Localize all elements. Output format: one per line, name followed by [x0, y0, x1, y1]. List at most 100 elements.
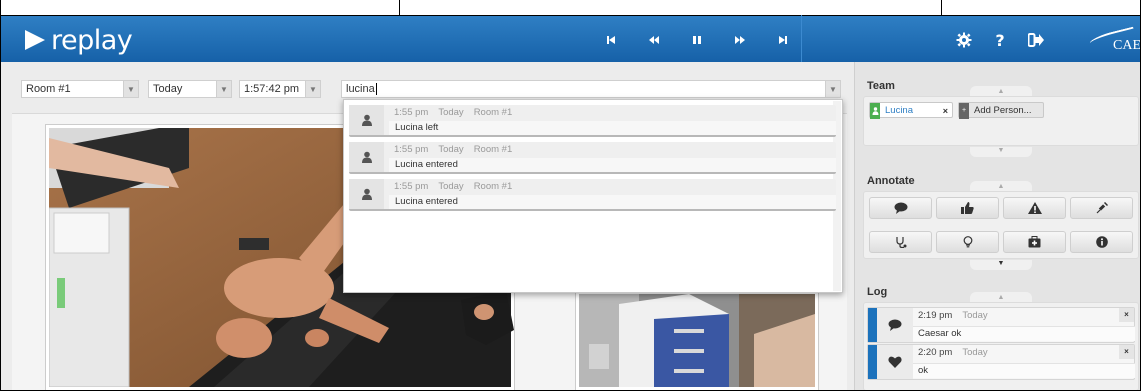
log-entry-meta: 2:19 pm Today: [918, 310, 988, 321]
syringe-icon: [1096, 202, 1108, 214]
result-time: 1:55 pm: [394, 144, 429, 155]
lightbulb-icon: [963, 236, 972, 248]
search-results-dropdown: 1:55 pm Today Room #1 Lucina left 1:55 pm T…: [343, 99, 843, 293]
top-margin: [1, 0, 1140, 15]
logout-icon: [1028, 33, 1044, 47]
person-icon: [361, 151, 372, 163]
speech-bubble-icon: [894, 202, 907, 214]
person-icon: [870, 103, 880, 119]
annotate-heading: Annotate: [867, 175, 915, 187]
delete-log-entry-icon[interactable]: ×: [1119, 345, 1134, 359]
idea-annotation-button[interactable]: [936, 231, 999, 253]
forward-button[interactable]: [718, 28, 761, 52]
remove-member-icon[interactable]: ×: [943, 103, 948, 119]
log-heading: Log: [867, 286, 888, 298]
chevron-down-icon[interactable]: ▼: [216, 81, 231, 97]
result-room: Room #1: [473, 144, 513, 155]
search-input-value: lucina: [346, 83, 375, 95]
team-heading: Team: [867, 80, 895, 92]
skip-back-button[interactable]: [589, 28, 632, 52]
team-collapse-handle[interactable]: ▲: [970, 86, 1032, 96]
comment-annotation-button[interactable]: [869, 197, 932, 219]
log-time: 2:19 pm: [918, 310, 953, 321]
search-result-meta: 1:55 pm Today Room #1: [394, 181, 522, 192]
search-result-meta: 1:55 pm Today Room #1: [394, 144, 522, 155]
result-time: 1:55 pm: [394, 181, 429, 192]
logout-button[interactable]: [1018, 28, 1054, 52]
day-select[interactable]: Today ▼: [148, 80, 232, 98]
header-actions: ?: [946, 28, 1054, 52]
time-select[interactable]: 1:57:42 pm ▼: [239, 80, 321, 98]
camera-feed-3-partial: [461, 290, 514, 345]
log-entry-meta: 2:20 pm Today: [918, 347, 988, 358]
fast-forward-icon: [734, 36, 745, 44]
transport-controls: [589, 28, 804, 52]
info-icon: [1095, 236, 1108, 248]
result-day: Today: [438, 144, 464, 155]
pause-button[interactable]: [675, 28, 718, 52]
help-icon: ?: [995, 30, 1005, 50]
result-day: Today: [438, 181, 464, 192]
skip-forward-button[interactable]: [761, 28, 804, 52]
search-result-item[interactable]: 1:55 pm Today Room #1 Lucina entered: [349, 179, 836, 211]
warning-annotation-button[interactable]: [1003, 197, 1066, 219]
gear-icon: [956, 32, 972, 48]
search-input[interactable]: lucina ▼: [341, 80, 841, 98]
team-member-chip[interactable]: Lucina ×: [869, 102, 953, 119]
heart-icon: [888, 356, 902, 368]
log-entry-accent: [868, 345, 877, 379]
room-select[interactable]: Room #1 ▼: [21, 80, 139, 98]
camera-feed-2[interactable]: [575, 290, 819, 390]
header-divider: [801, 15, 939, 62]
syringe-annotation-button[interactable]: [1070, 197, 1133, 219]
skip-forward-icon: [778, 36, 787, 44]
annotate-collapse-handle[interactable]: ▲: [970, 181, 1032, 191]
day-select-value: Today: [153, 83, 183, 95]
text-cursor: [375, 83, 377, 95]
chevron-down-icon[interactable]: ▼: [825, 81, 840, 97]
add-person-label: Add Person...: [974, 105, 1032, 116]
camera-feed-2-image: [579, 294, 815, 387]
rewind-button[interactable]: [632, 28, 675, 52]
replay-logo-icon: [25, 30, 45, 50]
person-icon: [361, 114, 372, 126]
log-collapse-handle[interactable]: ▲: [970, 292, 1032, 302]
chevron-down-icon[interactable]: ▼: [305, 81, 320, 97]
help-button[interactable]: ?: [982, 28, 1018, 52]
annotate-expand-handle[interactable]: ▼: [970, 260, 1032, 270]
add-person-button[interactable]: + Add Person...: [958, 102, 1044, 119]
plus-icon: +: [959, 103, 969, 119]
stethoscope-annotation-button[interactable]: [869, 231, 932, 253]
settings-button[interactable]: [946, 28, 982, 52]
result-time: 1:55 pm: [394, 107, 429, 118]
search-result-item[interactable]: 1:55 pm Today Room #1 Lucina entered: [349, 142, 836, 174]
pause-icon: [692, 36, 701, 44]
cae-logo: CAE: [1113, 38, 1141, 53]
speech-bubble-icon: [888, 319, 902, 331]
info-annotation-button[interactable]: [1070, 231, 1133, 253]
thumbs-up-icon: [961, 202, 974, 214]
result-message: Lucina entered: [389, 158, 836, 172]
result-message: Lucina entered: [389, 195, 836, 209]
result-day: Today: [438, 107, 464, 118]
medkit-annotation-button[interactable]: [1003, 231, 1066, 253]
search-result-item[interactable]: 1:55 pm Today Room #1 Lucina left: [349, 105, 836, 137]
team-member-name: Lucina: [885, 105, 913, 116]
delete-log-entry-icon[interactable]: ×: [1119, 308, 1134, 322]
log-day: Today: [962, 310, 988, 321]
log-message: ok: [913, 363, 1135, 378]
thumbs-up-annotation-button[interactable]: [936, 197, 999, 219]
team-expand-handle[interactable]: ▼: [970, 147, 1032, 157]
log-entry[interactable]: 2:20 pm Today ok ×: [867, 344, 1135, 380]
stethoscope-icon: [895, 237, 906, 248]
rewind-icon: [648, 36, 659, 44]
app-name: replay: [51, 24, 133, 56]
room-select-value: Room #1: [26, 83, 71, 95]
log-day: Today: [962, 347, 988, 358]
log-time: 2:20 pm: [918, 347, 953, 358]
app-logo[interactable]: replay: [25, 24, 133, 56]
chevron-down-icon[interactable]: ▼: [123, 81, 138, 97]
log-entry[interactable]: 2:19 pm Today Caesar ok ×: [867, 307, 1135, 343]
result-message: Lucina left: [389, 121, 836, 135]
result-room: Room #1: [473, 181, 513, 192]
